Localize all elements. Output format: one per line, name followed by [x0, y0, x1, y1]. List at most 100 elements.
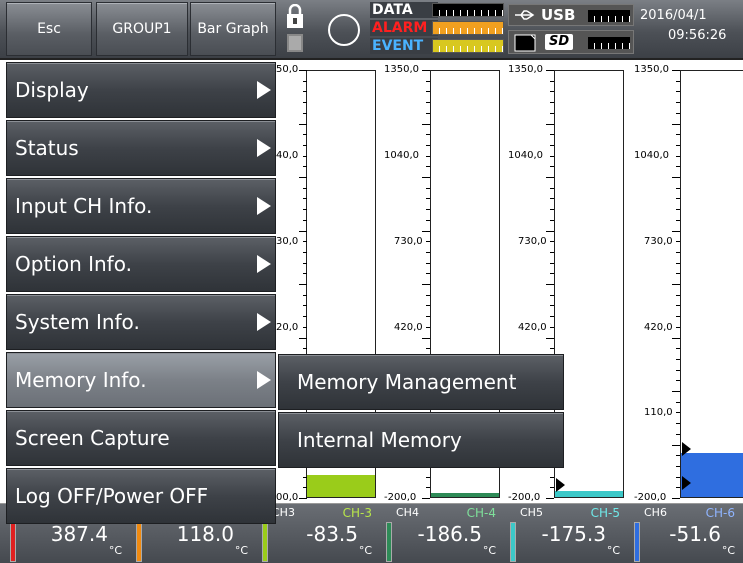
- usb-icon: [515, 10, 535, 20]
- axis-tick: [303, 134, 307, 136]
- submenu-item-internal-memory[interactable]: Internal Memory: [278, 412, 564, 468]
- scale-label: 50,0: [276, 64, 299, 75]
- axis-tick: [303, 112, 307, 114]
- axis-tick: [676, 251, 680, 253]
- axis-tick: [676, 476, 680, 478]
- axis-tick: [676, 316, 680, 318]
- esc-button[interactable]: Esc: [6, 2, 92, 56]
- axis-tick: [303, 476, 307, 478]
- axis-tick: [426, 144, 430, 146]
- axis-tick: [550, 209, 554, 211]
- menu-item-memory-info[interactable]: Memory Info.: [6, 352, 276, 408]
- axis-tick: [676, 219, 680, 221]
- axis-tick: [426, 187, 430, 189]
- axis-tick: [676, 144, 680, 146]
- menu-item-screen-capture[interactable]: Screen Capture: [6, 410, 276, 466]
- axis-tick: [676, 166, 680, 168]
- scale-label: 420,0: [644, 322, 673, 333]
- axis-tick: [422, 284, 430, 285]
- view-mode-button[interactable]: Bar Graph: [190, 2, 276, 56]
- scale-label: 110,0: [644, 407, 673, 418]
- axis-tick: [299, 498, 307, 499]
- axis-tick: [550, 273, 554, 275]
- alarm-marker: [682, 476, 691, 490]
- axis-tick: [303, 305, 307, 307]
- main-menu: Display Status Input CH Info. Option Inf…: [6, 62, 276, 526]
- axis-tick: [422, 337, 430, 339]
- axis-tick: [299, 123, 307, 125]
- axis-tick: [550, 155, 554, 157]
- axis-tick: [676, 423, 680, 425]
- memory-info-submenu: Memory Management Internal Memory: [278, 354, 564, 470]
- menu-item-option-info[interactable]: Option Info.: [6, 236, 276, 292]
- axis-tick: [550, 112, 554, 114]
- axis-tick: [550, 198, 554, 200]
- scale-label: 1040,0: [634, 150, 669, 161]
- scale-label: 420,0: [394, 322, 423, 333]
- axis-tick: [299, 70, 307, 71]
- axis-tick: [426, 91, 430, 93]
- chevron-right-icon: [257, 81, 271, 99]
- menu-item-display[interactable]: Display: [6, 62, 276, 118]
- chevron-right-icon: [257, 313, 271, 331]
- channel-cell-ch3[interactable]: CH3 CH-3 -83.5 °C: [258, 504, 380, 563]
- scale-label: 00,0: [276, 492, 299, 503]
- axis-tick: [676, 348, 680, 350]
- scale-label: 1040,0: [384, 150, 419, 161]
- usb-status: USB: [508, 4, 634, 26]
- axis-tick: [546, 230, 554, 232]
- lock-icon[interactable]: [282, 3, 308, 56]
- channel-cell-ch4[interactable]: CH4 CH-4 -186.5 °C: [382, 504, 504, 563]
- axis-tick: [550, 305, 554, 307]
- axis-tick: [303, 155, 307, 157]
- axis-tick: [550, 348, 554, 350]
- menu-item-log-off[interactable]: Log OFF/Power OFF: [6, 468, 276, 524]
- axis-tick: [672, 230, 680, 232]
- axis-tick: [299, 284, 307, 285]
- axis-tick: [426, 155, 430, 157]
- axis-tick: [303, 326, 307, 328]
- axis-tick: [426, 294, 430, 296]
- bar-ch6: [680, 70, 743, 498]
- axis-tick: [546, 498, 554, 499]
- axis-tick: [676, 155, 680, 157]
- sd-card-icon: [514, 34, 536, 52]
- submenu-item-memory-management[interactable]: Memory Management: [278, 354, 564, 410]
- axis-tick: [550, 251, 554, 253]
- axis-tick: [672, 123, 680, 125]
- menu-item-system-info[interactable]: System Info.: [6, 294, 276, 350]
- group-button[interactable]: GROUP1: [96, 2, 188, 56]
- axis-tick: [550, 102, 554, 104]
- axis-tick: [676, 465, 680, 467]
- axis-tick: [676, 433, 680, 435]
- axis-tick: [426, 273, 430, 275]
- scale-label: 20,0: [276, 322, 299, 333]
- axis-tick: [550, 144, 554, 146]
- axis-tick: [676, 369, 680, 371]
- axis-tick: [426, 219, 430, 221]
- axis-tick: [550, 294, 554, 296]
- axis-tick: [299, 230, 307, 232]
- channel-cell-ch5[interactable]: CH5 CH-5 -175.3 °C: [506, 504, 628, 563]
- scale-label: 1350,0: [634, 64, 669, 75]
- menu-item-input-ch-info[interactable]: Input CH Info.: [6, 178, 276, 234]
- axis-tick: [550, 241, 554, 243]
- axis-tick: [550, 134, 554, 136]
- scale-label: 420,0: [518, 322, 547, 333]
- axis-tick: [303, 187, 307, 189]
- axis-tick: [303, 294, 307, 296]
- menu-item-status[interactable]: Status: [6, 120, 276, 176]
- axis-tick: [303, 251, 307, 253]
- axis-tick: [550, 80, 554, 82]
- axis-tick: [303, 262, 307, 264]
- axis-tick: [550, 476, 554, 478]
- top-status-bar: Esc GROUP1 Bar Graph DATA ALARM EVENT US…: [0, 0, 743, 60]
- bar-ch5: [554, 70, 624, 498]
- axis-tick: [303, 102, 307, 104]
- axis-tick: [422, 498, 430, 499]
- channel-cell-ch6[interactable]: CH6 CH-6 -51.6 °C: [630, 504, 743, 563]
- axis-tick: [550, 91, 554, 93]
- axis-tick: [303, 144, 307, 146]
- event-meter: [432, 39, 504, 53]
- axis-tick: [672, 284, 680, 285]
